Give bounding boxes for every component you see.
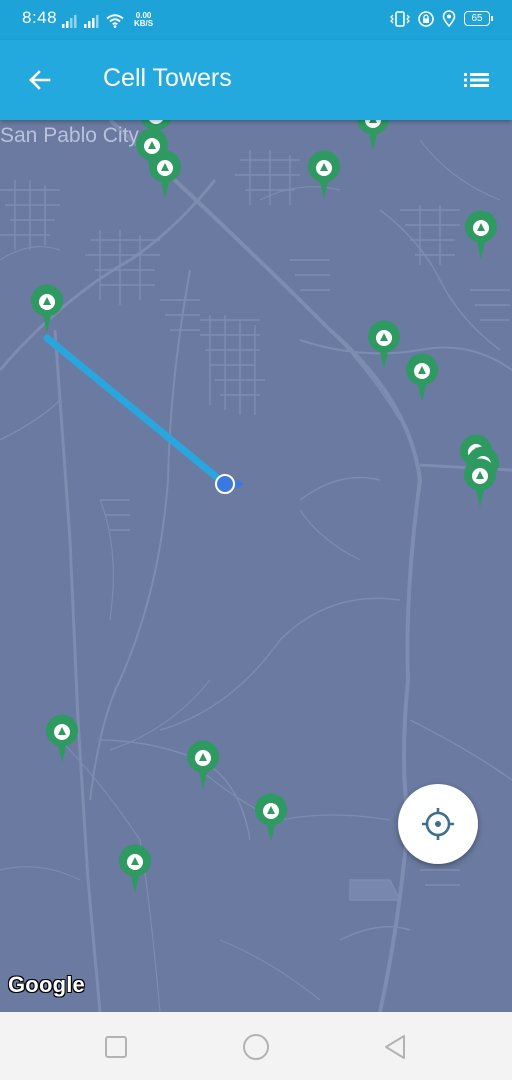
- tower-marker[interactable]: [464, 210, 498, 260]
- city-label: San Pablo City: [0, 124, 139, 147]
- network-speed-unit: KB/S: [134, 19, 154, 28]
- map-view[interactable]: San Pablo City Google: [0, 120, 512, 1012]
- google-logo: Google: [8, 972, 85, 997]
- status-left-icons: 0.00 KB/S: [62, 12, 153, 28]
- tower-marker[interactable]: [463, 458, 497, 508]
- status-bar: 8:48 0.00 KB/S 65: [0, 0, 512, 40]
- back-button[interactable]: [24, 62, 56, 98]
- my-location-button[interactable]: [398, 784, 478, 864]
- tower-marker[interactable]: [30, 284, 64, 334]
- wifi-icon: [106, 14, 124, 28]
- triangle-back-icon: [385, 1035, 405, 1059]
- battery-icon: 65: [464, 11, 493, 26]
- location-icon: [442, 10, 456, 27]
- connection-line: [43, 334, 229, 488]
- status-time: 8:48: [22, 8, 58, 27]
- vibrate-icon: [390, 10, 410, 27]
- list-view-button[interactable]: [462, 66, 492, 94]
- tower-marker[interactable]: [118, 844, 152, 894]
- network-speed: 0.00 KB/S: [134, 12, 153, 28]
- map-roads: [0, 120, 512, 1012]
- tower-marker[interactable]: [148, 150, 182, 200]
- navigation-bar: [0, 1012, 512, 1080]
- tower-marker[interactable]: [367, 320, 401, 370]
- recent-apps-button[interactable]: [99, 1030, 133, 1064]
- app-bar: Cell Towers: [0, 40, 512, 120]
- tower-marker[interactable]: [356, 120, 390, 152]
- signal-icon: [62, 15, 77, 28]
- circle-icon: [243, 1034, 269, 1060]
- signal-icon: [84, 15, 99, 28]
- list-icon: [464, 73, 489, 87]
- page-title: Cell Towers: [103, 64, 232, 92]
- back-nav-button[interactable]: [379, 1030, 413, 1064]
- status-right-icons: 65: [390, 10, 493, 27]
- square-icon: [105, 1036, 127, 1058]
- arrow-left-icon: [29, 70, 51, 90]
- tower-marker[interactable]: [254, 793, 288, 843]
- tower-marker[interactable]: [186, 740, 220, 790]
- current-location-dot: [215, 474, 235, 494]
- crosshair-icon: [422, 808, 454, 840]
- tower-marker[interactable]: [405, 353, 439, 403]
- lock-icon: [418, 10, 434, 27]
- home-button[interactable]: [239, 1030, 273, 1064]
- tower-marker[interactable]: [45, 714, 79, 764]
- tower-marker[interactable]: [307, 150, 341, 200]
